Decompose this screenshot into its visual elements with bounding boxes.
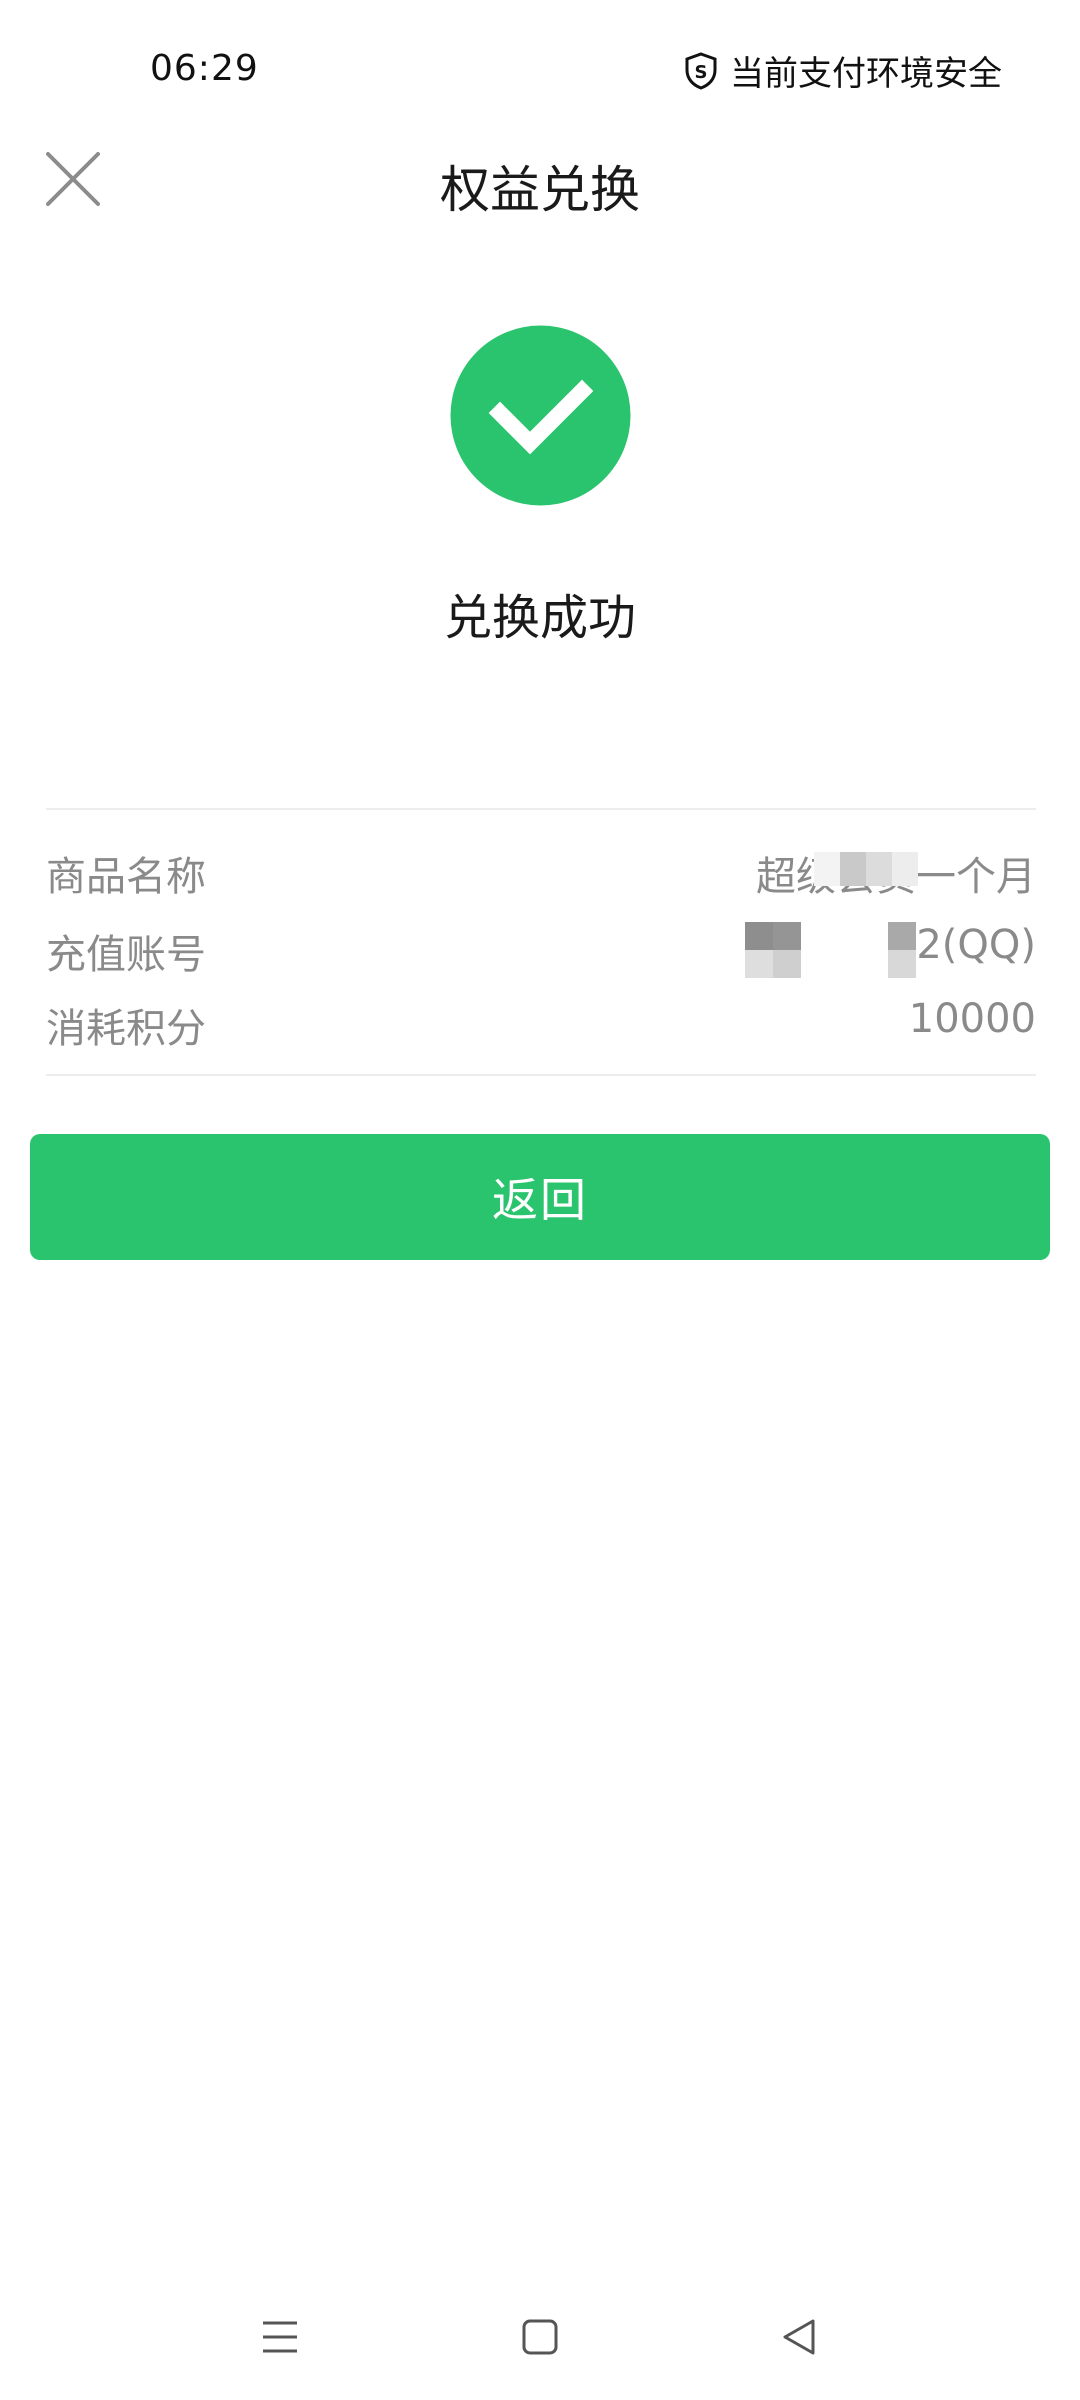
account-label: 充值账号 [46,932,206,978]
svg-text:S: S [695,62,708,83]
check-circle-icon [450,325,631,506]
detail-row-product: 商品名称 超级会员一个月 [46,844,1036,904]
payment-security-status: S 当前支付环境安全 [684,46,1002,95]
redaction-mosaic [745,922,801,978]
redaction-mosaic [814,852,918,886]
exchange-details: 商品名称 超级会员一个月 充值账号 2(QQ) 消耗积分 10000 [46,808,1036,1076]
header: 权益兑换 [0,140,1080,220]
points-value: 10000 [908,996,1036,1042]
product-name-label: 商品名称 [46,854,206,900]
account-value: 2(QQ) [916,922,1036,968]
redaction-mosaic [888,922,916,978]
detail-row-points: 消耗积分 10000 [46,996,1036,1056]
menu-button[interactable] [255,2312,305,2362]
page-title: 权益兑换 [440,161,640,219]
success-message: 兑换成功 [443,590,636,646]
status-time: 06:29 [150,48,259,89]
menu-icon [263,2321,297,2353]
points-label: 消耗积分 [46,1006,206,1052]
home-button[interactable] [515,2312,565,2362]
system-nav-bar [0,2270,1080,2400]
security-text: 当前支付环境安全 [730,54,1002,94]
back-button[interactable] [775,2312,825,2362]
status-bar: 06:29 S 当前支付环境安全 [0,0,1080,140]
return-button[interactable]: 返回 [30,1134,1050,1260]
back-triangle-icon [783,2319,815,2355]
home-square-icon [522,2319,558,2355]
detail-row-account: 充值账号 2(QQ) [46,922,1036,982]
shield-icon: S [684,51,718,90]
